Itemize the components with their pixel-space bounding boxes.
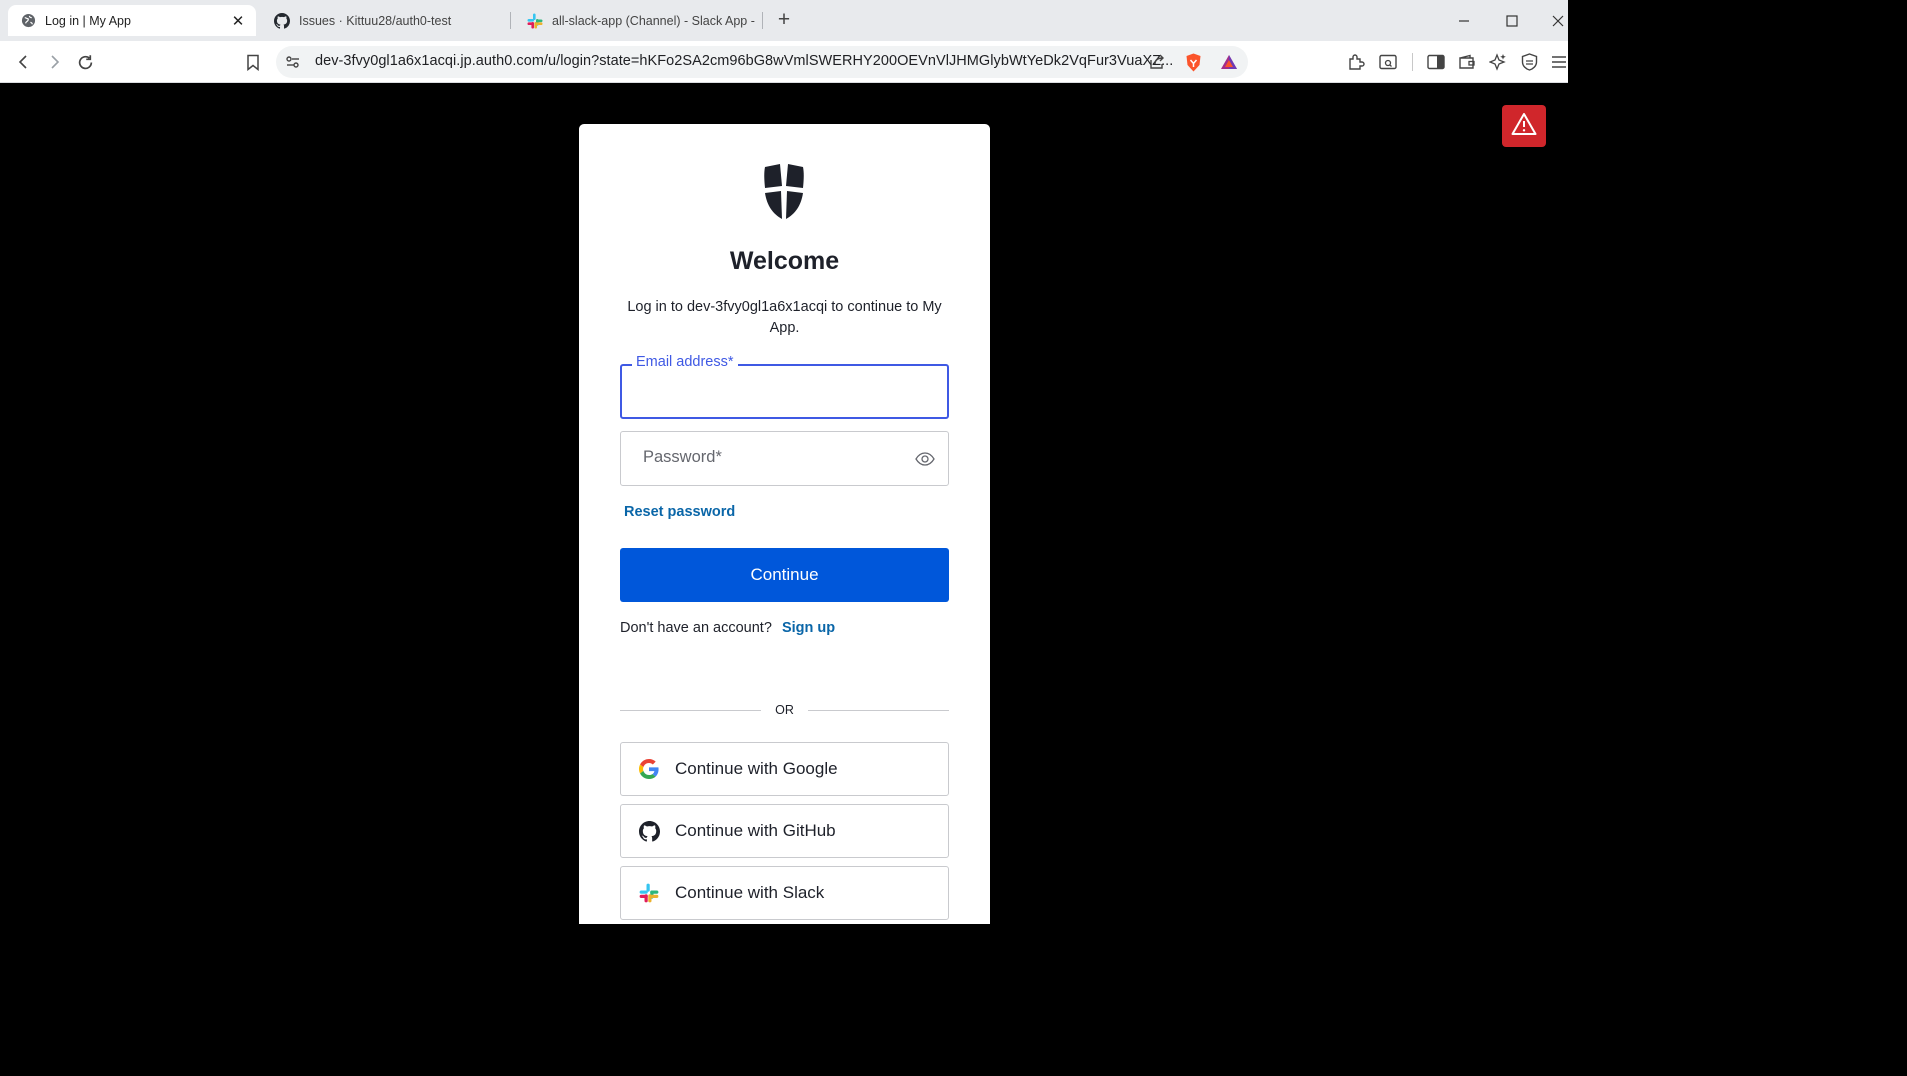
github-label: Continue with GitHub <box>675 821 836 840</box>
login-card: Welcome Log in to dev-3fvy0gl1a6x1acqi t… <box>579 124 990 924</box>
welcome-heading: Welcome <box>729 247 840 275</box>
email-input[interactable] <box>622 366 947 417</box>
wallet-icon[interactable] <box>1456 51 1478 73</box>
auth0-shield-logo-icon <box>761 164 807 220</box>
no-account-text: Don't have an account? <box>620 620 772 636</box>
divider-line-right <box>808 710 949 711</box>
menu-icon[interactable] <box>1548 51 1570 73</box>
continue-with-google-button[interactable]: Continue with Google <box>620 742 949 796</box>
email-label: Email address* <box>632 354 738 370</box>
back-icon[interactable] <box>13 51 35 73</box>
show-password-eye-icon[interactable] <box>914 449 936 469</box>
github-icon <box>274 12 290 29</box>
brave-shields-icon[interactable] <box>1182 51 1204 73</box>
signup-prompt: Don't have an account? Sign up <box>620 620 835 636</box>
reload-icon[interactable] <box>74 51 96 73</box>
continue-button[interactable]: Continue <box>620 548 949 602</box>
tab-title: Issues · Kittuu28/auth0-test <box>299 13 452 28</box>
password-field[interactable]: Password* <box>620 431 949 486</box>
continue-with-github-button[interactable]: Continue with GitHub <box>620 804 949 858</box>
url-text: dev-3fvy0gl1a6x1acqi.jp.auth0.com/u/logi… <box>315 53 1174 69</box>
extensions-icon[interactable] <box>1345 51 1367 73</box>
toolbar-divider <box>1412 53 1413 71</box>
vpn-icon[interactable] <box>1518 51 1540 73</box>
password-label: Password* <box>639 448 726 467</box>
forward-icon[interactable] <box>43 51 65 73</box>
brave-rewards-icon[interactable] <box>1218 51 1240 73</box>
window-close-icon[interactable] <box>1548 11 1568 31</box>
share-icon[interactable] <box>1146 51 1168 73</box>
close-icon[interactable]: ✕ <box>230 13 246 30</box>
new-tab-icon[interactable]: + <box>774 9 794 31</box>
tab-separator <box>510 12 511 29</box>
login-subtitle: Log in to dev-3fvy0gl1a6x1acqi to contin… <box>627 299 942 336</box>
tab-strip: Log in | My App ✕ Issues · Kittuu28/auth… <box>0 0 1568 41</box>
leo-ai-icon[interactable] <box>1487 51 1509 73</box>
tab-slack[interactable]: all-slack-app (Channel) - Slack App - <box>515 5 760 36</box>
email-field[interactable]: Email address* <box>620 354 949 419</box>
tab-login[interactable]: Log in | My App ✕ <box>8 5 256 36</box>
bookmark-icon[interactable] <box>242 51 264 73</box>
github-icon <box>638 820 660 842</box>
reading-mode-icon[interactable] <box>1377 51 1399 73</box>
warning-triangle-icon <box>1511 112 1537 141</box>
globe-icon <box>20 13 36 29</box>
google-icon <box>638 758 660 780</box>
address-bar[interactable]: dev-3fvy0gl1a6x1acqi.jp.auth0.com/u/logi… <box>276 46 1248 78</box>
google-label: Continue with Google <box>675 759 838 778</box>
page-viewport: Welcome Log in to dev-3fvy0gl1a6x1acqi t… <box>0 83 1568 924</box>
site-settings-icon[interactable] <box>282 51 304 73</box>
minimize-icon[interactable] <box>1454 11 1474 31</box>
tab-separator <box>762 12 763 29</box>
signup-link[interactable]: Sign up <box>782 620 835 636</box>
sidebar-icon[interactable] <box>1425 51 1447 73</box>
tab-title: Log in | My App <box>45 13 131 28</box>
maximize-icon[interactable] <box>1502 11 1522 31</box>
warning-badge[interactable] <box>1502 105 1546 147</box>
tab-github-issues[interactable]: Issues · Kittuu28/auth0-test <box>262 5 502 36</box>
slack-label: Continue with Slack <box>675 883 825 902</box>
tab-title: all-slack-app (Channel) - Slack App - <box>552 13 755 28</box>
continue-with-slack-button[interactable]: Continue with Slack <box>620 866 949 920</box>
browser-toolbar: dev-3fvy0gl1a6x1acqi.jp.auth0.com/u/logi… <box>0 41 1568 83</box>
or-divider: OR <box>620 703 949 717</box>
slack-icon <box>527 13 543 29</box>
reset-password-link[interactable]: Reset password <box>624 504 735 520</box>
slack-icon <box>638 882 660 904</box>
